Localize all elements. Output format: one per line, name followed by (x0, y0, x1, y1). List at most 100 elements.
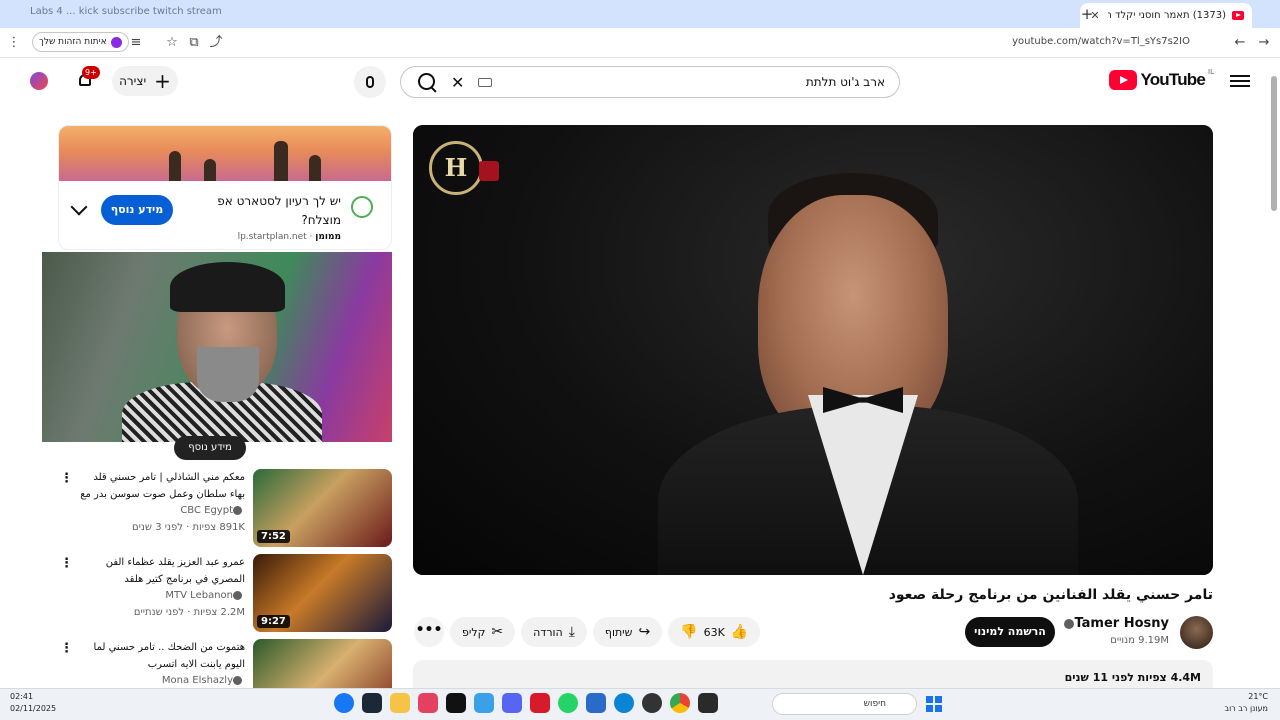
tab-youtube[interactable]: (1373) תאמר חוסני יקלד האלפנאין ✕ (1080, 3, 1252, 28)
duration-badge: 7:52 (257, 530, 290, 543)
create-button[interactable]: + יצירה (112, 66, 178, 96)
plus-icon: + (154, 69, 171, 93)
clear-search-icon[interactable]: ✕ (451, 73, 464, 92)
guide-menu-icon[interactable] (1230, 72, 1250, 90)
recommendation-item[interactable]: 7:52 معكم مني الشاذلي | تامر حسني قلد به… (58, 469, 392, 547)
video-actions: 👍 63K 👎 ↪ שיתוף ⤓ הורדה ✂ קליפ (450, 617, 761, 647)
subscribe-button[interactable]: הרשמה למינוי (965, 617, 1055, 647)
edge-icon[interactable] (614, 693, 634, 713)
more-actions-button[interactable]: ••• (414, 617, 444, 647)
streamer-webcam-overlay (42, 252, 392, 442)
verified-icon (233, 590, 242, 600)
tab-inactive-label[interactable]: Labs 4 ... kick subscribe twitch stream (30, 6, 222, 17)
recommendation-item[interactable]: 9:27 عمرو عبد العزيز يقلد عظماء الفن الم… (58, 554, 392, 632)
bookmark-star-icon[interactable]: ☆ (162, 33, 182, 53)
whatsapp-icon[interactable] (558, 693, 578, 713)
channel-name[interactable]: Tamer Hosny (1060, 616, 1169, 631)
browser-menu-icon[interactable]: ⋮ (4, 33, 24, 53)
discord-icon[interactable] (502, 693, 522, 713)
video-title: تامر حسني يقلد الفنانين من برنامج رحلة ص… (888, 587, 1213, 603)
like-thumb-icon[interactable]: 👍 (731, 624, 748, 640)
chevron-down-icon[interactable] (70, 198, 88, 216)
terminal-icon[interactable] (698, 693, 718, 713)
channel-avatar[interactable] (1180, 616, 1213, 649)
page-scrollbar[interactable] (1270, 66, 1278, 688)
acrobat-icon[interactable] (530, 693, 550, 713)
steam-icon[interactable] (362, 693, 382, 713)
recommendation-title[interactable]: عمرو عبد العزيز يقلد عظماء الفن المصري ف… (77, 554, 245, 588)
kebab-menu-icon[interactable]: ⋮ (60, 641, 73, 657)
weather-temp: 21°C (1248, 692, 1268, 701)
search-icon[interactable] (415, 70, 439, 94)
weather-widget[interactable]: 21°C מעונן רב רוב (1224, 691, 1268, 715)
dislike-thumb-icon[interactable]: 👎 (680, 624, 697, 640)
clip-button[interactable]: ✂ קליפ (450, 617, 516, 647)
download-icon: ⤓ (568, 624, 575, 640)
scissors-icon: ✂ (491, 624, 504, 640)
taskbar-search-box[interactable]: חיפוש (772, 693, 917, 715)
recommendation-channel[interactable]: MTV Lebanon (165, 590, 245, 601)
privacy-chip-label: איתות הזהות שלך (39, 37, 107, 47)
tiktok-icon[interactable] (446, 693, 466, 713)
file-explorer-icon[interactable] (390, 693, 410, 713)
share-button[interactable]: ↪ שיתוף (592, 617, 663, 647)
download-label: הורדה (533, 625, 563, 639)
tray-clock[interactable]: 02:41 02/11/2025 (10, 691, 56, 715)
tab-title: (1373) תאמר חוסני יקלד האלפנאין (1108, 10, 1226, 21)
clip-label: קליפ (462, 625, 486, 639)
create-label: יצירה (119, 74, 147, 88)
ad-domain: lp.startplan.net (237, 232, 307, 242)
recommendation-meta: 891K צפיות · לפני 3 שנים (132, 522, 245, 533)
url-text[interactable]: youtube.com/watch?v=Tl_sYs7s2IO (1012, 36, 1190, 47)
clock-time: 02:41 (10, 692, 34, 701)
search-box[interactable]: ארב ג'וט תלתת ✕ (400, 66, 900, 98)
privacy-shield-icon (110, 36, 122, 48)
chrome-icon[interactable] (670, 693, 690, 713)
new-tab-button[interactable]: + (1078, 5, 1096, 23)
instagram-icon[interactable] (418, 693, 438, 713)
recommendation-title[interactable]: هتموت من الضحك .. تامر حسني لما اليوم يا… (77, 639, 245, 673)
forward-arrow-icon[interactable]: ← (1230, 33, 1250, 53)
ad-more-info-button[interactable]: מידע נוסף (101, 195, 173, 225)
telegram-icon[interactable] (474, 693, 494, 713)
recommendation-item[interactable]: هتموت من الضحك .. تامر حسني لما اليوم يا… (58, 639, 392, 688)
like-count[interactable]: 63K (704, 626, 725, 639)
sponsored-ad-card[interactable]: יש לך רעיון לסטארט אפ מוצלח? ממומן · lp.… (58, 125, 392, 250)
search-input[interactable]: ארב ג'וט תלתת (498, 75, 885, 89)
download-button[interactable]: ⤓ הורדה (521, 617, 587, 647)
windows-start-icon[interactable] (926, 696, 942, 712)
recommendation-channel[interactable]: CBC Egypt (180, 505, 245, 516)
keyboard-icon[interactable] (478, 77, 493, 87)
ad-title[interactable]: יש לך רעיון לסטארט אפ מוצלח? (201, 192, 341, 230)
notifications-badge: 9+ (82, 66, 100, 79)
recommendation-channel[interactable]: Mona Elshazly (162, 675, 245, 686)
voice-search-button[interactable] (354, 66, 386, 98)
obs-icon[interactable] (642, 693, 662, 713)
facebook-icon[interactable] (334, 693, 354, 713)
extensions-icon[interactable]: ⧉ (184, 33, 204, 53)
video-thumbnail[interactable] (253, 639, 392, 688)
kebab-menu-icon[interactable]: ⋮ (60, 556, 73, 572)
ad-banner-image (59, 126, 391, 181)
share-arrow-icon: ↪ (638, 624, 651, 640)
recommendation-title[interactable]: معكم مني الشاذلي | تامر حسني قلد بهاء سل… (77, 469, 245, 503)
kebab-menu-icon[interactable]: ⋮ (60, 471, 73, 487)
video-player[interactable]: H (413, 125, 1213, 575)
clock-date: 02/11/2025 (10, 704, 57, 713)
back-arrow-icon[interactable]: → (1254, 33, 1274, 53)
privacy-chip[interactable]: איתות הזהות שלך (32, 32, 129, 52)
account-avatar[interactable] (30, 72, 48, 90)
calculator-icon[interactable] (586, 693, 606, 713)
pinned-apps (334, 693, 718, 713)
video-thumbnail[interactable]: 9:27 (253, 554, 392, 632)
weather-desc: מעונן רב רוב (1224, 704, 1268, 713)
duration-badge: 9:27 (257, 615, 290, 628)
video-thumbnail[interactable]: 7:52 (253, 469, 392, 547)
share-page-icon[interactable]: ⤴ (206, 33, 226, 53)
tab-search-icon[interactable]: ≡ (126, 33, 146, 53)
youtube-logo[interactable]: YouTube IL (1109, 68, 1214, 90)
tv-badge-icon (479, 161, 499, 181)
youtube-play-icon (1109, 70, 1138, 90)
more-info-button[interactable]: מידע נוסף (174, 436, 246, 460)
like-dislike-group: 👍 63K 👎 (668, 617, 761, 647)
